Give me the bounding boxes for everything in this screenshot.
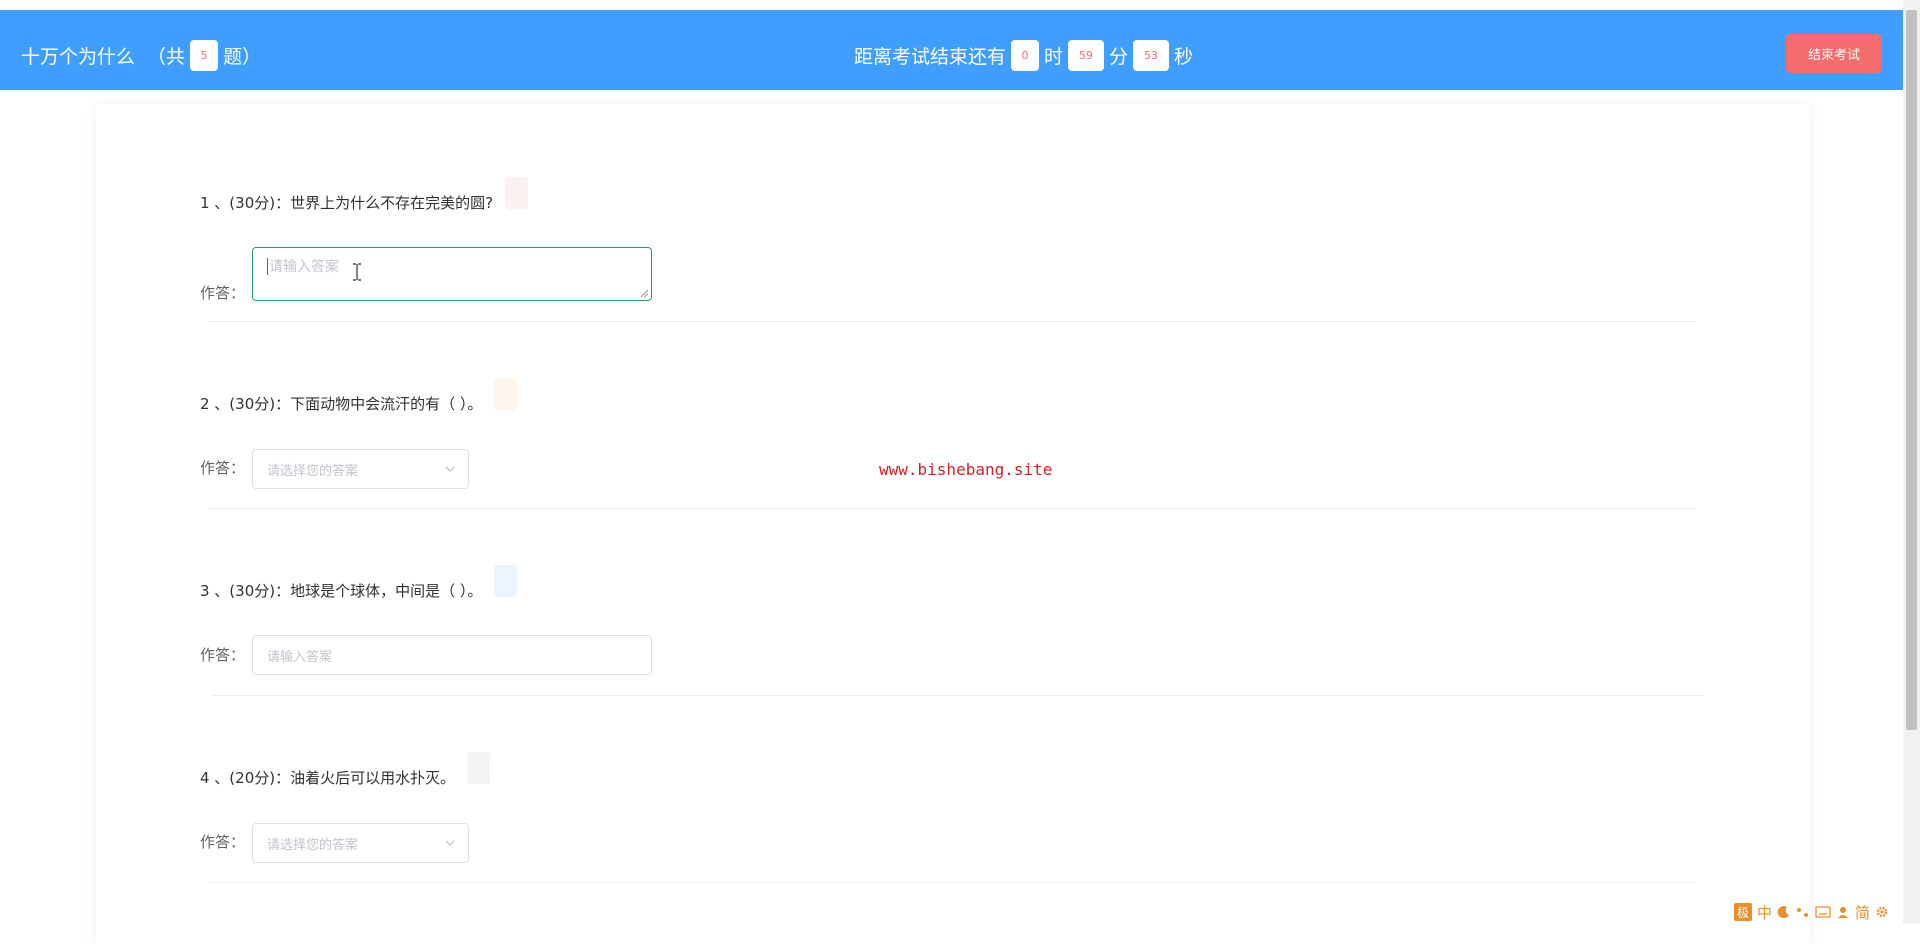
question-4-answer-label: 作答： — [200, 833, 246, 851]
end-exam-button[interactable]: 结束考试 — [1786, 34, 1882, 73]
question-count-prefix: （共 — [147, 45, 186, 68]
timer-hours-unit: 时 — [1044, 45, 1064, 68]
question-divider — [212, 695, 1704, 696]
question-1-answer-textarea[interactable]: 请输入答案 — [252, 247, 652, 301]
exam-title-text: 十万个为什么 — [21, 45, 136, 68]
ime-script-toggle[interactable]: 简 — [1855, 902, 1870, 923]
question-divider — [208, 508, 1696, 509]
question-3-title: 3 、(30分)：地球是个球体，中间是（ ）。 — [200, 565, 518, 606]
question-3-text: 3 、(30分)：地球是个球体，中间是（ ）。 — [200, 581, 483, 600]
question-3-answer-input[interactable]: 请输入答案 — [252, 635, 652, 675]
question-4-tag — [467, 752, 491, 784]
moon-icon[interactable] — [1777, 905, 1791, 919]
question-4-title: 4 、(20分)：油着火后可以用水扑灭。 — [200, 752, 491, 793]
question-count-suffix: 题） — [223, 45, 262, 68]
question-1-text: 1 、(30分)：世界上为什么不存在完美的圆? — [200, 193, 494, 212]
question-card — [96, 104, 1810, 944]
resize-grip-icon[interactable] — [640, 289, 649, 298]
question-count-badge: 5 — [190, 39, 219, 71]
question-divider — [208, 321, 1696, 322]
timer-minutes-unit: 分 — [1109, 45, 1129, 68]
question-3-placeholder: 请输入答案 — [267, 649, 333, 665]
text-caret — [267, 257, 268, 275]
question-3-tag — [494, 565, 518, 597]
user-icon[interactable] — [1836, 905, 1850, 919]
ime-logo[interactable]: 极 — [1734, 903, 1752, 921]
ime-toolbar: 极 中 简 — [1734, 901, 1889, 923]
question-2-tag — [494, 378, 518, 410]
chevron-down-icon — [445, 840, 455, 846]
question-4-answer-select[interactable]: 请选择您的答案 — [252, 823, 469, 863]
question-1-answer-label: 作答： — [200, 284, 246, 302]
countdown-timer: 距离考试结束还有 0 时 59 分 53 秒 — [854, 38, 1193, 72]
timer-seconds: 53 — [1133, 39, 1170, 71]
question-divider — [208, 882, 1696, 883]
scrollbar-thumb[interactable] — [1906, 10, 1917, 730]
question-2-answer-label: 作答： — [200, 459, 246, 477]
timer-seconds-unit: 秒 — [1174, 45, 1194, 68]
exam-header: 十万个为什么 （共 5 题） 距离考试结束还有 0 时 59 分 53 秒 结束… — [0, 10, 1903, 90]
chevron-down-icon — [445, 466, 455, 472]
top-strip — [0, 0, 1903, 10]
question-4-placeholder: 请选择您的答案 — [267, 837, 359, 853]
timer-prefix: 距离考试结束还有 — [854, 45, 1007, 68]
punctuation-icon[interactable] — [1796, 905, 1810, 919]
question-1-title: 1 、(30分)：世界上为什么不存在完美的圆? — [200, 177, 529, 218]
gear-icon[interactable] — [1875, 905, 1889, 919]
question-2-text: 2 、(30分)：下面动物中会流汗的有（ ）。 — [200, 394, 483, 413]
text-cursor-icon — [353, 263, 361, 281]
question-2-placeholder: 请选择您的答案 — [267, 463, 359, 479]
keyboard-icon[interactable] — [1815, 905, 1831, 919]
timer-minutes: 59 — [1068, 39, 1105, 71]
ime-mode-toggle[interactable]: 中 — [1757, 902, 1772, 923]
site-watermark: www.bishebang.site — [879, 460, 1053, 479]
question-1-placeholder: 请输入答案 — [269, 259, 339, 275]
question-1-tag — [505, 177, 529, 209]
page-scrollbar[interactable] — [1903, 0, 1920, 924]
timer-hours: 0 — [1011, 39, 1040, 71]
question-4-text: 4 、(20分)：油着火后可以用水扑灭。 — [200, 768, 456, 787]
exam-title: 十万个为什么 （共 5 题） — [21, 38, 261, 72]
question-2-title: 2 、(30分)：下面动物中会流汗的有（ ）。 — [200, 378, 518, 419]
question-2-answer-select[interactable]: 请选择您的答案 — [252, 449, 469, 489]
question-3-answer-label: 作答： — [200, 646, 246, 664]
